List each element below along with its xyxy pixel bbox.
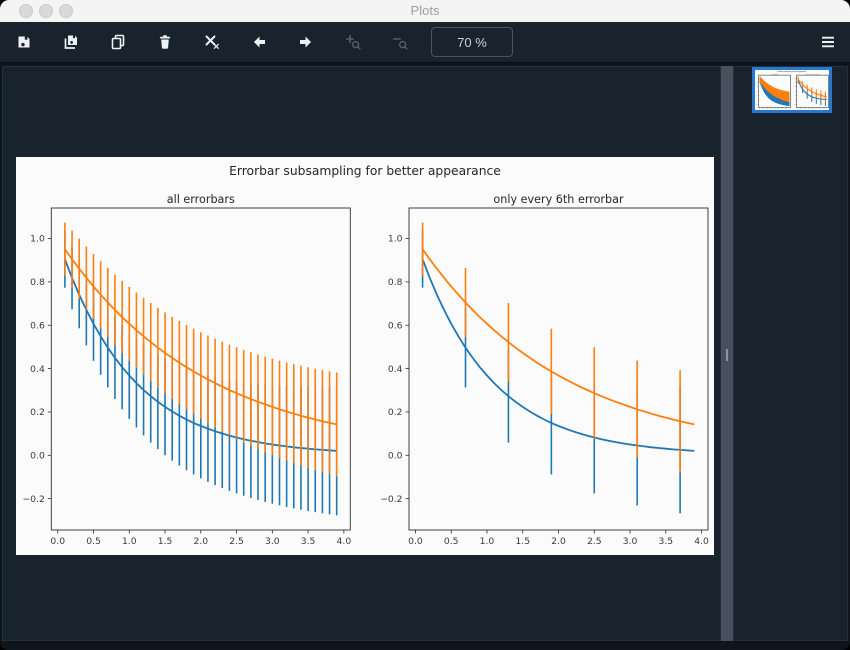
arrow-right-icon xyxy=(300,36,311,48)
svg-text:0.0: 0.0 xyxy=(408,536,423,547)
save-all-button[interactable] xyxy=(55,26,87,58)
svg-text:1.0: 1.0 xyxy=(30,234,45,245)
next-button[interactable] xyxy=(290,26,322,58)
arrow-left-icon xyxy=(254,36,265,48)
svg-text:3.5: 3.5 xyxy=(301,536,316,547)
options-button[interactable] xyxy=(812,26,844,58)
svg-text:0.0: 0.0 xyxy=(30,450,45,461)
svg-text:−0.2: −0.2 xyxy=(380,494,402,505)
panel-splitter[interactable] xyxy=(721,66,733,641)
thumbnail-canvas: Errorbar subsampling for better appearan… xyxy=(755,70,829,110)
plots-toolbar xyxy=(0,22,850,63)
svg-text:0.5: 0.5 xyxy=(86,536,101,547)
svg-text:1.5: 1.5 xyxy=(158,536,173,547)
splitter-handle-icon xyxy=(726,349,728,361)
svg-text:3.0: 3.0 xyxy=(623,536,638,547)
zoom-out-icon xyxy=(393,38,408,50)
hamburger-menu-icon xyxy=(822,36,834,48)
zoom-in-icon xyxy=(346,35,361,50)
svg-text:−0.2: −0.2 xyxy=(22,494,44,505)
svg-text:4.0: 4.0 xyxy=(337,536,352,547)
svg-text:4.0: 4.0 xyxy=(694,536,709,547)
plot-viewer-panel: Errorbar subsampling for better appearan… xyxy=(2,66,721,641)
svg-text:0.0: 0.0 xyxy=(50,536,65,547)
svg-text:2.0: 2.0 xyxy=(551,536,566,547)
plots-window: Plots Errorbar subsampling for better ap… xyxy=(0,0,850,650)
svg-text:0.6: 0.6 xyxy=(30,320,45,331)
svg-text:0.8: 0.8 xyxy=(388,277,403,288)
copy-button[interactable] xyxy=(102,26,134,58)
svg-text:0.2: 0.2 xyxy=(30,407,45,418)
save-all-icon xyxy=(64,35,77,49)
zoom-in-button[interactable] xyxy=(337,26,369,58)
svg-text:3.5: 3.5 xyxy=(658,536,673,547)
zoom-out-button[interactable] xyxy=(384,26,416,58)
svg-text:only every 6th errorbar: only every 6th errorbar xyxy=(493,193,624,206)
svg-text:0.4: 0.4 xyxy=(388,364,403,375)
svg-text:2.0: 2.0 xyxy=(193,536,208,547)
close-all-icon xyxy=(205,35,219,49)
svg-text:all errorbars: all errorbars xyxy=(167,193,235,206)
svg-text:0.6: 0.6 xyxy=(388,320,403,331)
remove-button[interactable] xyxy=(149,26,181,58)
save-button[interactable] xyxy=(8,26,40,58)
svg-text:Errorbar subsampling for bette: Errorbar subsampling for better appearan… xyxy=(229,164,501,178)
trash-icon xyxy=(159,35,171,49)
svg-text:1.5: 1.5 xyxy=(515,536,530,547)
figure-canvas: Errorbar subsampling for better appearan… xyxy=(16,157,714,555)
svg-text:0.5: 0.5 xyxy=(444,536,459,547)
titlebar: Plots xyxy=(0,0,850,22)
window-title: Plots xyxy=(410,3,440,18)
svg-text:2.5: 2.5 xyxy=(587,536,602,547)
main-area: Errorbar subsampling for better appearan… xyxy=(0,63,850,650)
plot-thumbnail-selected[interactable]: Errorbar subsampling for better appearan… xyxy=(752,67,832,113)
svg-text:0.0: 0.0 xyxy=(388,450,403,461)
svg-text:3.0: 3.0 xyxy=(265,536,280,547)
zoom-level-input[interactable] xyxy=(431,27,513,57)
svg-text:0.8: 0.8 xyxy=(30,277,45,288)
copy-icon xyxy=(111,34,125,50)
matplotlib-figure: Errorbar subsampling for better appearan… xyxy=(16,157,714,555)
svg-text:1.0: 1.0 xyxy=(388,234,403,245)
svg-text:1.0: 1.0 xyxy=(480,536,495,547)
thumbnail-sidebar: Errorbar subsampling for better appearan… xyxy=(733,66,848,641)
previous-button[interactable] xyxy=(243,26,275,58)
svg-text:2.5: 2.5 xyxy=(229,536,244,547)
svg-text:1.0: 1.0 xyxy=(122,536,137,547)
remove-all-button[interactable] xyxy=(196,26,228,58)
svg-text:0.2: 0.2 xyxy=(388,407,403,418)
svg-text:0.4: 0.4 xyxy=(30,364,45,375)
save-icon xyxy=(18,36,30,48)
